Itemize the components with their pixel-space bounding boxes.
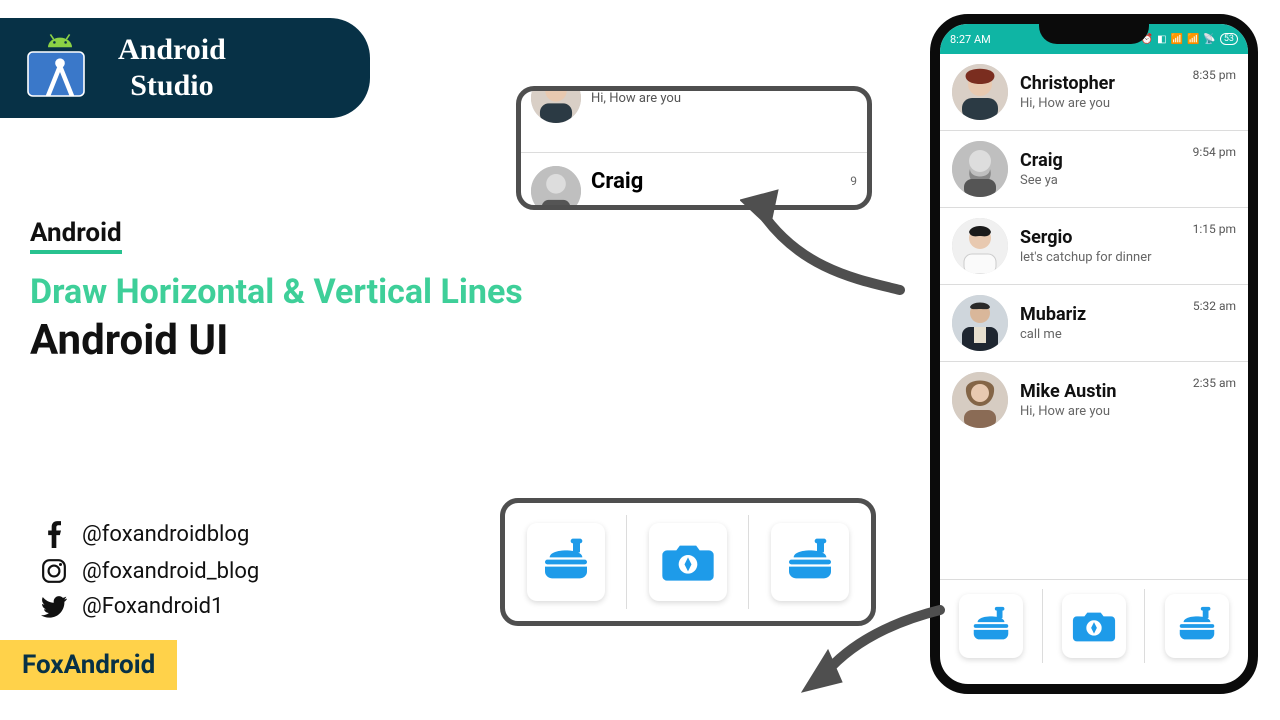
title-block: Android Draw Horizontal & Vertical Lines…: [30, 218, 523, 365]
avatar: [952, 218, 1008, 274]
status-bar: 8:27 AM ✱ ⏰ ◧ 📶 📶 📡 53: [940, 24, 1248, 54]
chat-name: Mubariz: [1020, 304, 1181, 325]
chat-row[interactable]: Mike Austin Hi, How are you 2:35 am: [940, 362, 1248, 438]
chat-msg: Hi, How are you: [1020, 96, 1181, 111]
twitter-handle: @Foxandroid1: [82, 594, 223, 619]
chat-time: 1:15 pm: [1193, 222, 1236, 236]
chat-row[interactable]: Craig See ya 9:54 pm: [940, 131, 1248, 208]
avatar: [952, 372, 1008, 428]
social-facebook[interactable]: @foxandroidblog: [40, 520, 259, 548]
android-studio-icon: [20, 28, 100, 108]
alarm-icon: ⏰: [1141, 34, 1153, 45]
chat-row[interactable]: Christopher Hi, How are you 8:35 pm: [940, 54, 1248, 131]
bluetooth-icon: ✱: [1128, 34, 1136, 45]
rotate-icon: ◧: [1157, 34, 1166, 45]
chat-row[interactable]: Sergio let's catchup for dinner 1:15 pm: [940, 208, 1248, 285]
status-time: 8:27 AM: [950, 33, 991, 46]
camera-icon: [649, 523, 727, 601]
chat-msg: call me: [1020, 327, 1181, 342]
signal-icon: 📶: [1171, 34, 1183, 45]
callout-name: Craig: [591, 169, 643, 194]
callout-msg: Hi, How are you: [591, 91, 681, 106]
avatar: [952, 141, 1008, 197]
social-links: @foxandroidblog @foxandroid_blog @Foxand…: [40, 520, 259, 629]
arrow-top: [740, 180, 920, 304]
phone-mockup: 8:27 AM ✱ ⏰ ◧ 📶 📶 📡 53 Christopher Hi, H…: [930, 14, 1258, 694]
brand-bar: FoxAndroid: [0, 640, 177, 690]
badge-line1: Android: [118, 32, 226, 68]
chat-time: 2:35 am: [1193, 376, 1236, 390]
arrow-bottom: [800, 600, 950, 704]
avatar: [952, 64, 1008, 120]
wifi-icon: 📡: [1203, 34, 1215, 45]
callout-bottom-cell: [627, 503, 749, 621]
battery-icon: 53: [1220, 33, 1238, 45]
chat-name: Mike Austin: [1020, 381, 1181, 402]
signal2-icon: 📶: [1187, 34, 1199, 45]
chat-name: Sergio: [1020, 227, 1181, 248]
social-instagram[interactable]: @foxandroid_blog: [40, 558, 259, 584]
chat-row[interactable]: Mubariz call me 5:32 am: [940, 285, 1248, 362]
instagram-icon: [40, 558, 68, 584]
avatar: [531, 166, 581, 209]
chat-msg: Hi, How are you: [1020, 404, 1181, 419]
chat-msg: See ya: [1020, 173, 1181, 188]
category-tag: Android: [30, 218, 122, 254]
instagram-handle: @foxandroid_blog: [82, 559, 259, 584]
twitter-icon: [40, 596, 68, 618]
chat-time: 5:32 am: [1193, 299, 1236, 313]
facebook-icon: [40, 520, 68, 548]
avatar: [952, 295, 1008, 351]
chat-list[interactable]: Christopher Hi, How are you 8:35 pm Crai…: [940, 54, 1248, 438]
camera-icon: [1062, 594, 1126, 658]
bottom-cell[interactable]: [940, 580, 1043, 672]
food-icon: [527, 523, 605, 601]
chat-name: Christopher: [1020, 73, 1181, 94]
bottom-cell[interactable]: [1043, 580, 1146, 672]
food-icon: [1165, 594, 1229, 658]
badge-line2: Studio: [118, 68, 226, 104]
chat-name: Craig: [1020, 150, 1181, 171]
headline-green: Draw Horizontal & Vertical Lines: [30, 272, 523, 312]
facebook-handle: @foxandroidblog: [82, 522, 249, 547]
badge-text: Android Studio: [118, 32, 226, 104]
callout-bottom-cell: [505, 503, 627, 621]
chat-time: 8:35 pm: [1193, 68, 1236, 82]
status-icons: ✱ ⏰ ◧ 📶 📶 📡 53: [1128, 33, 1238, 45]
callout-row: Hi, How are you: [521, 91, 867, 153]
bottom-cell[interactable]: [1145, 580, 1248, 672]
bottom-bar: [940, 579, 1248, 672]
food-icon: [771, 523, 849, 601]
headline-black: Android UI: [30, 316, 523, 365]
android-studio-badge: Android Studio: [0, 18, 370, 118]
chat-time: 9:54 pm: [1193, 145, 1236, 159]
social-twitter[interactable]: @Foxandroid1: [40, 594, 259, 619]
food-icon: [959, 594, 1023, 658]
chat-msg: let's catchup for dinner: [1020, 250, 1181, 265]
avatar: [531, 86, 581, 123]
